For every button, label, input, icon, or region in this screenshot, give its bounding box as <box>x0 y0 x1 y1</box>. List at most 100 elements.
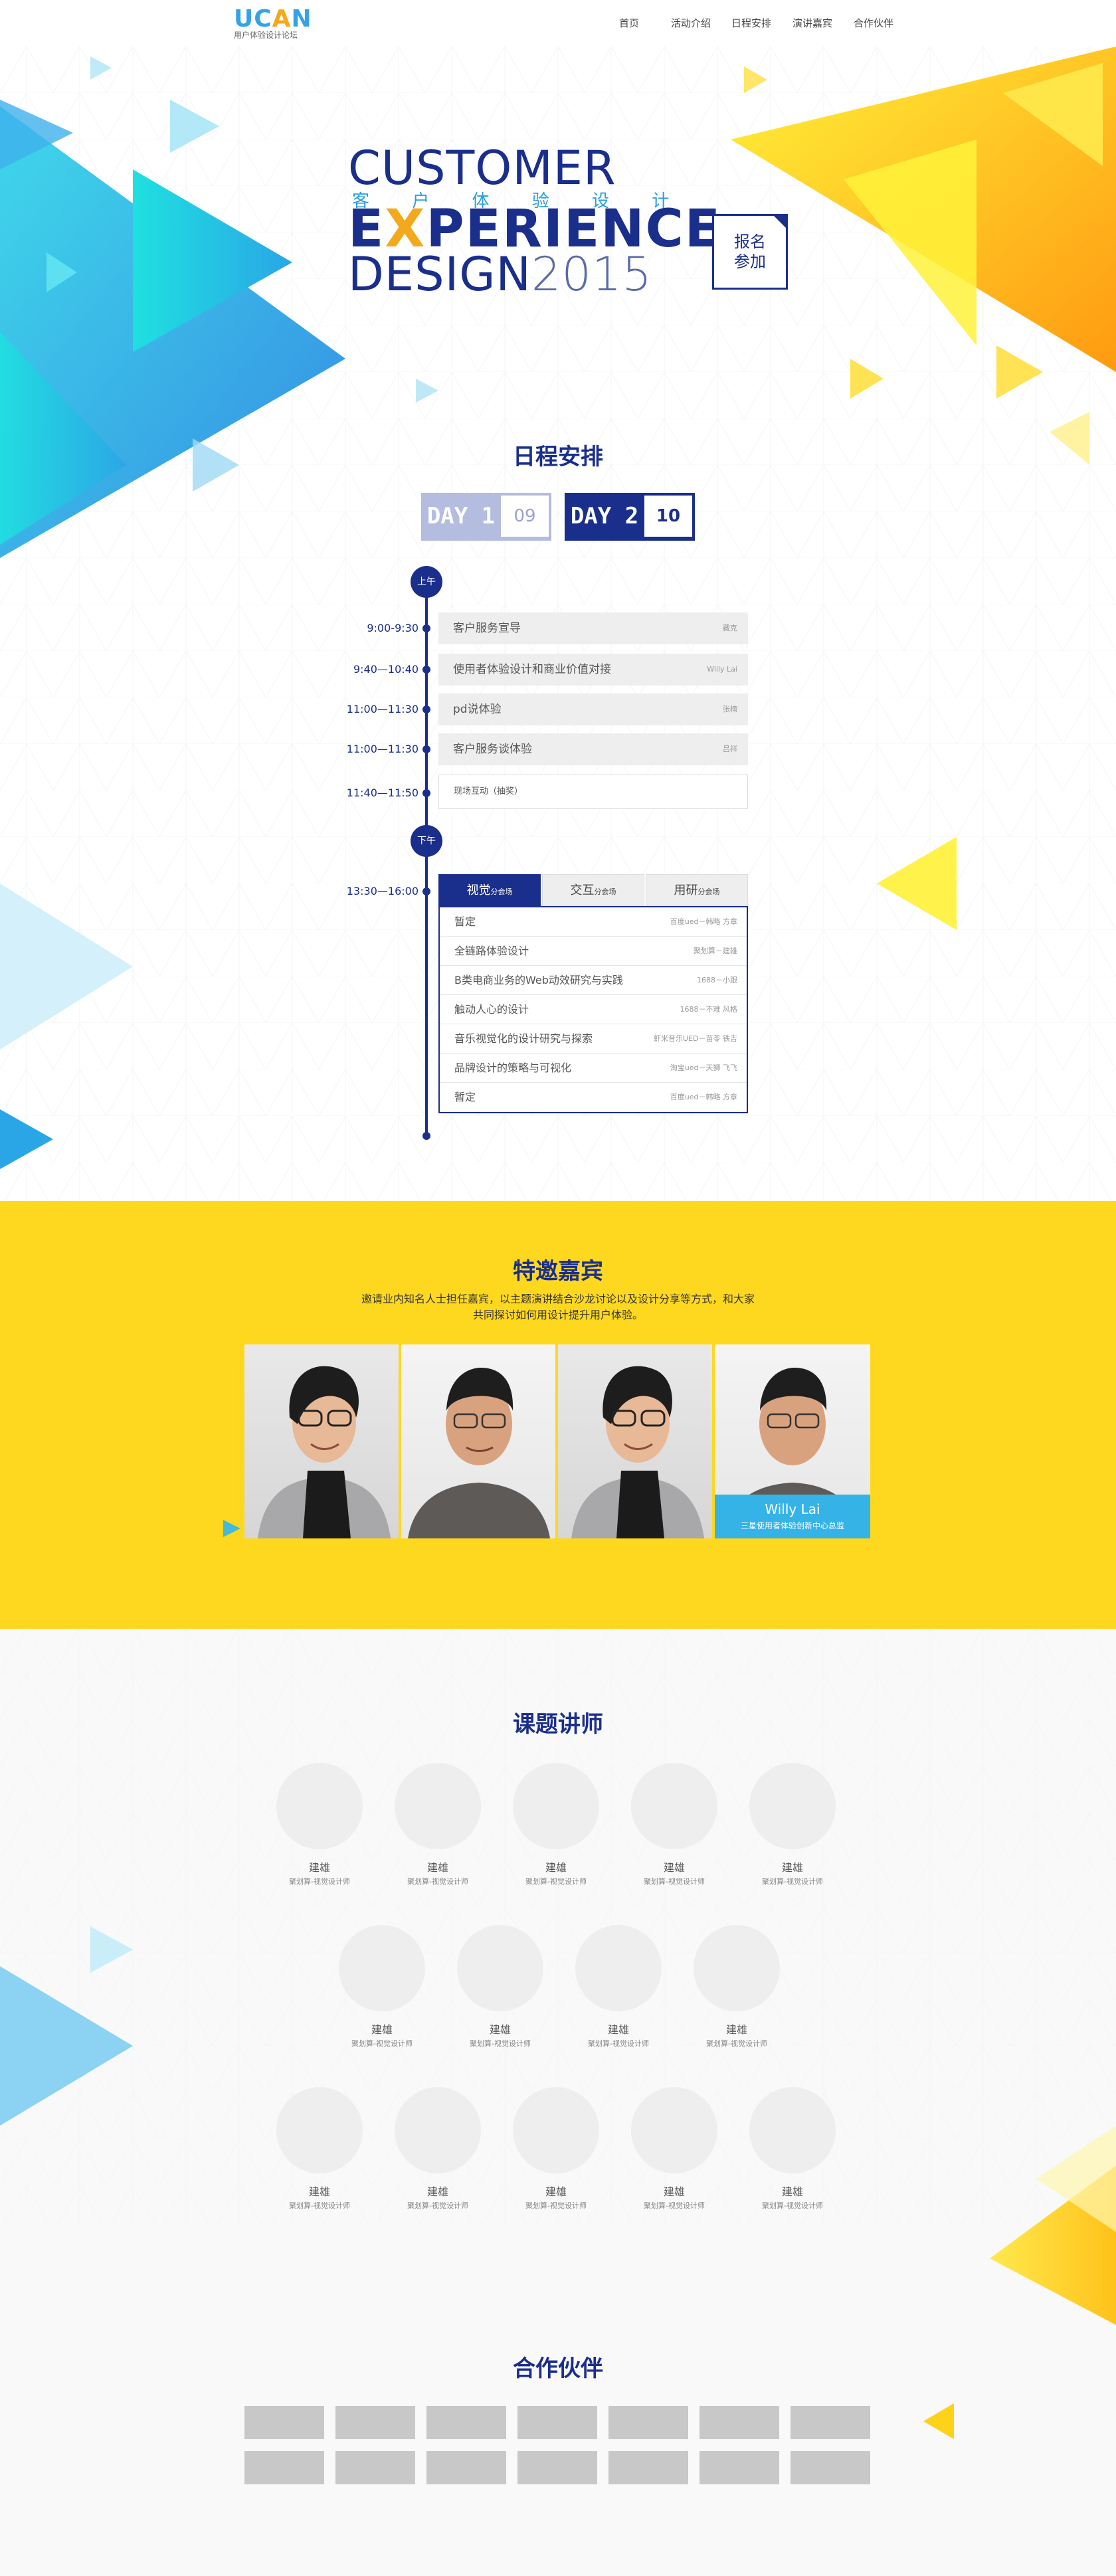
tab-visual[interactable]: 视觉分会场 <box>438 874 541 906</box>
nav-about[interactable]: 活动介绍 <box>671 16 711 30</box>
guest-name: Willy Lai <box>765 1501 820 1517</box>
schedule-item[interactable]: 客户服务谈体验 吕祥 <box>438 733 748 765</box>
tab-interaction[interactable]: 交互分会场 <box>542 874 644 906</box>
session-row[interactable]: 暂定 百度ued－韩略 方章 <box>440 907 747 937</box>
speaker-card[interactable]: 建雄 聚划算-视觉设计师 <box>513 1763 599 1886</box>
schedule-speaker: 吕祥 <box>723 745 737 753</box>
session-topic: 音乐视觉化的设计研究与探索 <box>454 1032 593 1045</box>
schedule-item[interactable]: 使用者体验设计和商业价值对接 Willy Lai <box>438 654 748 686</box>
partner-logo[interactable] <box>426 2406 506 2439</box>
logo[interactable]: UCAN <box>234 5 312 33</box>
speaker-card[interactable]: 建雄聚划算-视觉设计师 <box>457 1925 543 2049</box>
timeline-line <box>425 578 428 1136</box>
session-row[interactable]: B类电商业务的Web动效研究与实践 1688－小跟 <box>440 966 747 995</box>
schedule-speaker: Willy Lai <box>707 665 737 674</box>
session-row[interactable]: 暂定 百度ued－韩略 方章 <box>440 1083 747 1112</box>
partner-logo[interactable] <box>790 2406 870 2439</box>
avatar <box>631 1763 717 1849</box>
top-header: UCAN 用户体验设计论坛 首页 活动介绍 日程安排 演讲嘉宾 合作伙伴 <box>0 0 1116 46</box>
tab-research[interactable]: 用研分会场 <box>646 874 748 906</box>
speaker-name: 建雄 <box>607 2023 629 2036</box>
speaker-name: 建雄 <box>308 2185 330 2198</box>
partner-logo[interactable] <box>335 2406 415 2439</box>
speaker-name: 建雄 <box>781 2185 803 2198</box>
schedule-item[interactable]: pd说体验 张楠 <box>438 693 748 725</box>
schedule-item[interactable]: 客户服务宣导 藏克 <box>438 612 748 644</box>
guests-title: 特邀嘉宾 <box>513 1258 603 1285</box>
speaker-name: 建雄 <box>489 2023 511 2036</box>
partner-logo[interactable] <box>517 2406 597 2439</box>
speaker-card[interactable]: 建雄 聚划算-视觉设计师 <box>395 2087 481 2211</box>
partner-logo[interactable] <box>699 2451 779 2484</box>
signup-label-2: 参加 <box>734 252 766 271</box>
avatar <box>395 2087 481 2173</box>
speaker-name: 建雄 <box>781 1861 803 1874</box>
nav-partners[interactable]: 合作伙伴 <box>854 16 893 30</box>
speaker-card[interactable]: 建雄 聚划算-视觉设计师 <box>631 2087 717 2211</box>
session-speaker: 百度ued－韩略 方章 <box>670 917 737 926</box>
avatar <box>631 2087 717 2173</box>
signup-button[interactable]: 报名 参加 <box>712 214 788 290</box>
speaker-card[interactable]: 建雄 聚划算-视觉设计师 <box>276 2087 363 2211</box>
timeline-dot <box>422 624 430 632</box>
session-row[interactable]: 音乐视觉化的设计研究与探索 虾米音乐UED－苗苓 铁吉 <box>440 1024 747 1054</box>
session-row[interactable]: 全链路体验设计 聚划算－建雄 <box>440 937 747 966</box>
speaker-card[interactable]: 建雄 聚划算-视觉设计师 <box>749 2087 836 2211</box>
partners-title: 合作伙伴 <box>513 2355 603 2382</box>
speaker-card[interactable]: 建雄 聚划算-视觉设计师 <box>276 1763 363 1886</box>
guest-photo[interactable] <box>401 1344 557 1538</box>
speaker-name: 建雄 <box>308 1861 330 1874</box>
schedule-speaker: 藏克 <box>723 624 737 632</box>
speaker-card[interactable]: 建雄 聚划算-视觉设计师 <box>395 1763 481 1886</box>
schedule-topic: 现场互动（抽奖） <box>454 786 523 796</box>
day2-button[interactable]: DAY 2 10 <box>565 493 695 541</box>
speaker-card[interactable]: 建雄 聚划算-视觉设计师 <box>575 1925 662 2049</box>
session-row[interactable]: 触动人心的设计 1688－不难 风格 <box>440 995 747 1024</box>
schedule-time: 9:00-9:30 <box>367 622 418 634</box>
nav-schedule[interactable]: 日程安排 <box>731 16 771 30</box>
avatar <box>339 1925 425 2011</box>
guest-photo[interactable] <box>244 1344 400 1538</box>
speakers-title: 课题讲师 <box>513 1711 603 1738</box>
nav-home[interactable]: 首页 <box>619 16 639 30</box>
speaker-card[interactable]: 建雄 聚划算-视觉设计师 <box>694 1925 780 2049</box>
partner-logo[interactable] <box>790 2451 870 2484</box>
person-portrait-icon <box>258 1366 391 1538</box>
speaker-card[interactable]: 建雄 聚划算-视觉设计师 <box>631 1763 717 1886</box>
partner-logo[interactable] <box>244 2406 324 2439</box>
partner-logo[interactable] <box>608 2406 688 2439</box>
avatar <box>694 1925 780 2011</box>
session-topic: B类电商业务的Web动效研究与实践 <box>454 974 623 986</box>
day2-date: 10 <box>644 496 692 537</box>
avatar <box>276 2087 363 2173</box>
partner-logo[interactable] <box>426 2451 506 2484</box>
speaker-card[interactable]: 建雄 聚划算-视觉设计师 <box>513 2087 599 2211</box>
avatar <box>749 1763 836 1849</box>
partner-logo[interactable] <box>335 2451 415 2484</box>
speaker-role: 聚划算-视觉设计师 <box>470 2039 531 2048</box>
avatar <box>457 1925 543 2011</box>
schedule-time: 9:40—10:40 <box>353 663 418 676</box>
partner-logo[interactable] <box>517 2451 597 2484</box>
speaker-card[interactable]: 建雄 聚划算-视觉设计师 <box>339 1925 425 2049</box>
person-portrait-icon <box>408 1368 550 1538</box>
guest-photo[interactable] <box>558 1344 713 1538</box>
speaker-role: 聚划算-视觉设计师 <box>407 2201 468 2210</box>
guest-title: 三星使用者体验创新中心总监 <box>740 1521 844 1530</box>
speaker-card[interactable]: 建雄 聚划算-视觉设计师 <box>749 1763 836 1886</box>
schedule-topic: 使用者体验设计和商业价值对接 <box>453 663 611 676</box>
avatar <box>395 1763 481 1849</box>
guest-photo-featured[interactable]: Willy Lai 三星使用者体验创新中心总监 <box>715 1344 870 1538</box>
schedule-item[interactable]: 现场互动（抽奖） <box>438 775 748 809</box>
partner-logo[interactable] <box>608 2451 688 2484</box>
carousel-prev-icon[interactable] <box>222 1518 242 1538</box>
partner-logo[interactable] <box>244 2451 324 2484</box>
partner-logo[interactable] <box>699 2406 779 2439</box>
nav-speakers[interactable]: 演讲嘉宾 <box>792 16 832 30</box>
day1-button[interactable]: DAY 1 09 <box>421 493 551 541</box>
avatar <box>513 1763 599 1849</box>
session-topic: 暂定 <box>454 915 476 928</box>
day1-date: 09 <box>501 496 549 537</box>
avatar <box>513 2087 599 2173</box>
session-row[interactable]: 品牌设计的策略与可视化 淘宝ued－天狮 飞飞 <box>440 1054 747 1083</box>
